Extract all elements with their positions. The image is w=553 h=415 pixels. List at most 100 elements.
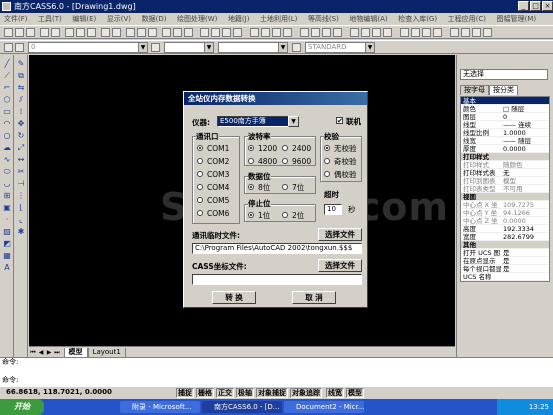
- color-combo[interactable]: ▼: [164, 42, 214, 53]
- menu-land-use[interactable]: 土地利用(L): [256, 13, 301, 25]
- polygon-icon[interactable]: ⬡: [2, 95, 12, 104]
- property-row[interactable]: 打印到图表 模型: [461, 177, 549, 185]
- tool-p-icon[interactable]: [383, 28, 392, 37]
- com4-radio[interactable]: [197, 184, 203, 190]
- 2bit-radio[interactable]: [282, 212, 288, 218]
- tool-h-icon[interactable]: [283, 28, 292, 37]
- make-block-icon[interactable]: ▣: [2, 203, 12, 212]
- model-toggle[interactable]: 模型: [346, 388, 364, 398]
- circle-icon[interactable]: ○: [2, 131, 12, 140]
- point-icon[interactable]: ·: [2, 215, 12, 224]
- property-row[interactable]: UCS 名称: [461, 273, 549, 281]
- cancel-button[interactable]: 取 消: [292, 291, 336, 304]
- instrument-select[interactable]: E500南方手簿: [217, 116, 289, 127]
- property-row[interactable]: 打印样式 随颜色: [461, 161, 549, 169]
- property-row[interactable]: 线宽 —— 随层: [461, 137, 549, 145]
- help-icon[interactable]: [184, 28, 193, 37]
- property-category[interactable]: 视图: [461, 193, 549, 201]
- menu-view[interactable]: 显示(V): [103, 13, 135, 25]
- command-prompt[interactable]: 命令:: [0, 376, 553, 385]
- tab-alphabetic[interactable]: 按字母: [460, 85, 489, 95]
- undo-icon[interactable]: [101, 28, 110, 37]
- array-icon[interactable]: ⁞: [16, 107, 26, 116]
- offset-icon[interactable]: ⫽: [16, 95, 26, 104]
- coord-file-input[interactable]: [192, 274, 362, 285]
- tool-l-icon[interactable]: [333, 28, 342, 37]
- property-row[interactable]: 打印表类型 不可用: [461, 185, 549, 193]
- temp-file-input[interactable]: C:\Program Files\AutoCAD 2002\tongxun.$$…: [192, 243, 362, 254]
- menu-engineering[interactable]: 工程应用(C): [444, 13, 490, 25]
- lineweight-toggle[interactable]: 线宽: [326, 388, 344, 398]
- command-window[interactable]: 命令: 命令:: [0, 357, 553, 387]
- tool-m-icon[interactable]: [350, 28, 359, 37]
- tab-categorized[interactable]: 按分类: [489, 85, 518, 95]
- fillet-icon[interactable]: ⌞: [16, 215, 26, 224]
- baud-2400-radio[interactable]: [282, 145, 288, 151]
- property-row[interactable]: 打印样式表无: [461, 169, 549, 177]
- osnap-toggle[interactable]: 对象捕捉: [256, 388, 288, 398]
- text-style-combo[interactable]: STANDARD ▼: [305, 42, 375, 53]
- layer-manager-icon[interactable]: [4, 43, 13, 52]
- tool-c-icon[interactable]: [222, 28, 231, 37]
- com5-radio[interactable]: [197, 197, 203, 203]
- polar-toggle[interactable]: 极轴: [236, 388, 254, 398]
- menu-file[interactable]: 文件(F): [0, 13, 32, 25]
- convert-button[interactable]: 转 换: [212, 291, 256, 304]
- taskbar-item-document2[interactable]: Document2 - Micr...: [284, 401, 364, 413]
- chamfer-icon[interactable]: ⌊: [16, 203, 26, 212]
- copy-icon[interactable]: [76, 28, 85, 37]
- linetype-combo[interactable]: ▼: [218, 42, 288, 53]
- save-icon[interactable]: [26, 28, 35, 37]
- tool-r-icon[interactable]: [411, 28, 420, 37]
- close-button[interactable]: ×: [542, 1, 553, 11]
- menu-contour[interactable]: 等高线(S): [304, 13, 343, 25]
- property-row[interactable]: 颜色 □ 随层: [461, 105, 549, 113]
- tool-n-icon[interactable]: [361, 28, 370, 37]
- ortho-toggle[interactable]: 正交: [216, 388, 234, 398]
- property-category[interactable]: 打印样式: [461, 153, 549, 161]
- maximize-button[interactable]: □: [530, 1, 541, 11]
- selection-combo[interactable]: 无选择: [460, 69, 548, 80]
- taskbar-item-word-appendix[interactable]: 附录 - Microsoft...: [120, 401, 200, 413]
- snap-toggle[interactable]: 捕捉: [176, 388, 194, 398]
- property-row[interactable]: 中心点 Z 坐 0.0000: [461, 217, 549, 225]
- open-icon[interactable]: [15, 28, 24, 37]
- move-icon[interactable]: ✥: [16, 119, 26, 128]
- arc-icon[interactable]: ◠: [2, 119, 12, 128]
- paste-icon[interactable]: [87, 28, 96, 37]
- tool-g-icon[interactable]: [272, 28, 281, 37]
- extend-icon[interactable]: ⊣: [16, 179, 26, 188]
- no-parity-radio[interactable]: [324, 145, 330, 151]
- layer-state-icon[interactable]: [15, 43, 24, 52]
- tool-x-icon[interactable]: [483, 28, 492, 37]
- property-row[interactable]: 图层 0: [461, 113, 549, 121]
- menu-tools[interactable]: 工具(T): [34, 13, 66, 25]
- rectangle-icon[interactable]: ▭: [2, 107, 12, 116]
- mirror-icon[interactable]: ⇋: [16, 83, 26, 92]
- odd-parity-radio[interactable]: [324, 158, 330, 164]
- tool-d-icon[interactable]: [233, 28, 242, 37]
- menu-cadastre[interactable]: 地籍(J): [224, 13, 254, 25]
- property-row[interactable]: 高度 192.3334: [461, 225, 549, 233]
- minimize-button[interactable]: _: [518, 1, 529, 11]
- property-category[interactable]: 其他: [461, 241, 549, 249]
- polyline-icon[interactable]: ⌐: [2, 83, 12, 92]
- redo-icon[interactable]: [112, 28, 121, 37]
- xline-icon[interactable]: ⟋: [2, 71, 12, 80]
- trim-icon[interactable]: ✂: [16, 167, 26, 176]
- ellipse-arc-icon[interactable]: ◡: [2, 179, 12, 188]
- hatch-icon[interactable]: ▨: [2, 227, 12, 236]
- cut-icon[interactable]: [65, 28, 74, 37]
- tool-v-icon[interactable]: [461, 28, 470, 37]
- menu-sheet[interactable]: 图幅管理(M): [493, 13, 541, 25]
- property-row[interactable]: 在原点显示是: [461, 257, 549, 265]
- taskbar-item-cass[interactable]: 南方CASS6.0 - [D...: [202, 401, 282, 413]
- menu-drawing[interactable]: 绘图处理(W): [173, 13, 221, 25]
- scale-icon[interactable]: ⤢: [16, 143, 26, 152]
- print-icon[interactable]: [40, 28, 49, 37]
- select-coord-file-button[interactable]: 选择文件: [318, 259, 362, 272]
- even-parity-radio[interactable]: [324, 171, 330, 177]
- property-row[interactable]: 厚度 0.0000: [461, 145, 549, 153]
- menu-feature-edit[interactable]: 地物编辑(A): [345, 13, 391, 25]
- explode-icon[interactable]: ✱: [16, 227, 26, 236]
